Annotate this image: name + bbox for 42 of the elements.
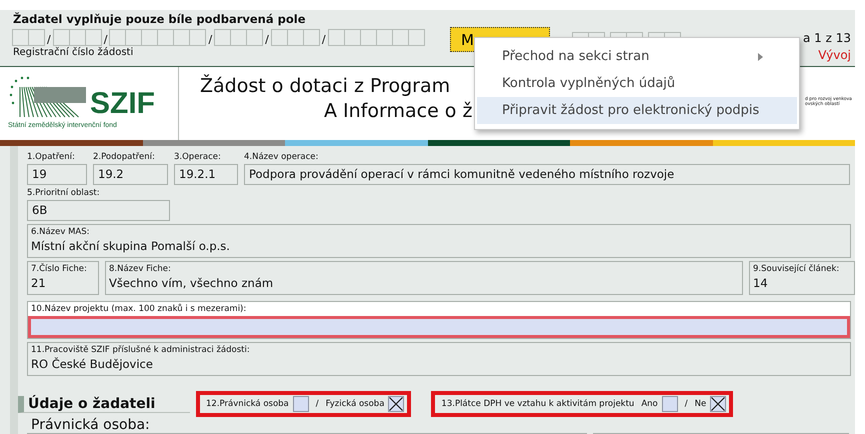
field-label: 11.Pracoviště SZIF příslušné k administraci žádosti: [31,345,251,356]
field-label: 1.Opatření: [27,152,76,163]
field-label: 7.Číslo Fiche: [31,264,88,275]
field-value: RO České Budějovice [31,356,154,373]
field-label: 2.Podopatření: [93,152,156,163]
field-label: 4.Název operace: [244,152,320,163]
mode-label: Vývoj [818,48,851,62]
instruction-text: Žadatel vyplňuje pouze bíle podbarvená pole [13,12,307,26]
page-counter: a 1 z 13 [803,31,851,45]
section-heading: Údaje o žadateli [18,396,190,412]
form-subtitle: A Informace o ž [324,100,472,122]
logo-text: SZIF [90,89,155,119]
field-label: 8.Název Fiche: [109,264,172,275]
field-value: 14 [753,275,769,292]
field-value: Všechno vím, všechno znám [109,275,274,292]
registration-label: Registrační číslo žádosti [13,47,134,58]
separator-text: / [314,399,319,409]
field-value: Podpora provádění operací v rámci komunitně vedeného místního rozvoje [244,164,850,185]
form-title: Žádost o dotaci z Program [200,75,450,97]
field-label: 5.Prioritní oblast: [27,188,101,199]
field-value: 19.2 [93,164,168,185]
field-value: 6B [27,200,170,221]
question-label: 13.Plátce DPH ve vztahu k aktivitám projektu [440,399,634,409]
separator-text: / [102,34,108,46]
separator-text: / [320,34,327,46]
separator-text: / [684,399,688,409]
separator-text: / [46,34,52,46]
field-value: 19.2.1 [174,164,238,185]
field-label: 3.Operace: [174,152,222,163]
field-value: Místní akční skupina Pomalší o.p.s. [31,238,231,255]
field-value: 21 [31,275,47,292]
option-label: 12.Právnická osoba [205,399,289,409]
field-value: 19 [27,164,87,185]
option-label: Fyzická osoba [324,399,384,409]
field-label: 9.Související článek: [753,264,840,275]
field-label: 6.Název MAS: [31,227,91,238]
subsection-heading: Právnická osoba: [31,417,151,433]
field-label: 10.Název projektu (max. 100 znaků i s mezerami): [28,302,850,316]
separator-text: / [264,34,270,46]
option-label: Ano [640,399,658,409]
separator-text: / [207,34,214,46]
option-label: Ne [694,399,706,409]
